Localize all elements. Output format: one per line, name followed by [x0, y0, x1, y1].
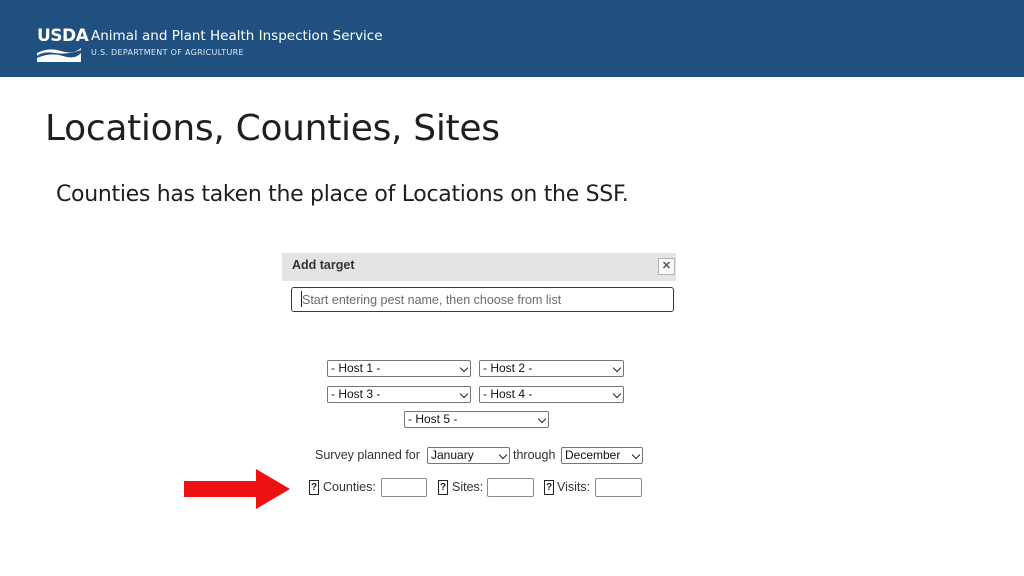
host-2-select[interactable]: - Host 2 -	[479, 360, 624, 377]
counties-help-icon[interactable]: ?	[309, 480, 319, 495]
agency-name: Animal and Plant Health Inspection Servi…	[91, 28, 383, 44]
visits-input[interactable]	[595, 478, 642, 497]
usda-logo-text: USDA	[37, 26, 89, 46]
visits-help-icon[interactable]: ?	[544, 480, 554, 495]
chevron-down-icon	[498, 450, 508, 460]
host-1-value: - Host 1 -	[331, 361, 381, 375]
start-month-select[interactable]: January	[427, 447, 510, 464]
host-4-value: - Host 4 -	[483, 387, 533, 401]
sites-help-icon[interactable]: ?	[438, 480, 448, 495]
survey-planned-label: Survey planned for	[315, 448, 420, 462]
host-1-select[interactable]: - Host 1 -	[327, 360, 471, 377]
sites-input[interactable]	[487, 478, 534, 497]
add-target-dialog-header: Add target ✕	[282, 253, 676, 281]
department-name: U.S. DEPARTMENT OF AGRICULTURE	[91, 48, 244, 57]
sites-label: Sites:	[452, 480, 484, 494]
host-5-select[interactable]: - Host 5 -	[404, 411, 549, 428]
chevron-down-icon	[459, 363, 469, 373]
chevron-down-icon	[537, 414, 547, 424]
through-label: through	[513, 448, 556, 462]
host-4-select[interactable]: - Host 4 -	[479, 386, 624, 403]
chevron-down-icon	[631, 450, 641, 460]
usda-logo: USDA	[37, 28, 89, 62]
host-5-value: - Host 5 -	[408, 412, 458, 426]
usda-hills-icon	[37, 48, 81, 62]
start-month-value: January	[431, 448, 474, 462]
counties-input[interactable]	[381, 478, 427, 497]
host-3-value: - Host 3 -	[331, 387, 381, 401]
close-icon[interactable]: ✕	[658, 258, 675, 275]
chevron-down-icon	[612, 389, 622, 399]
visits-label: Visits:	[557, 480, 591, 494]
agency-header: USDA Animal and Plant Health Inspection …	[0, 0, 1024, 77]
slide-subtitle: Counties has taken the place of Location…	[56, 182, 629, 207]
chevron-down-icon	[612, 363, 622, 373]
chevron-down-icon	[459, 389, 469, 399]
slide-title: Locations, Counties, Sites	[45, 108, 500, 149]
host-2-value: - Host 2 -	[483, 361, 533, 375]
red-arrow-icon	[184, 469, 290, 509]
end-month-value: December	[565, 448, 621, 462]
text-cursor	[301, 291, 302, 307]
pest-name-input[interactable]	[291, 287, 674, 312]
counties-label: Counties:	[323, 480, 376, 494]
dialog-title: Add target	[292, 258, 355, 272]
host-3-select[interactable]: - Host 3 -	[327, 386, 471, 403]
end-month-select[interactable]: December	[561, 447, 643, 464]
